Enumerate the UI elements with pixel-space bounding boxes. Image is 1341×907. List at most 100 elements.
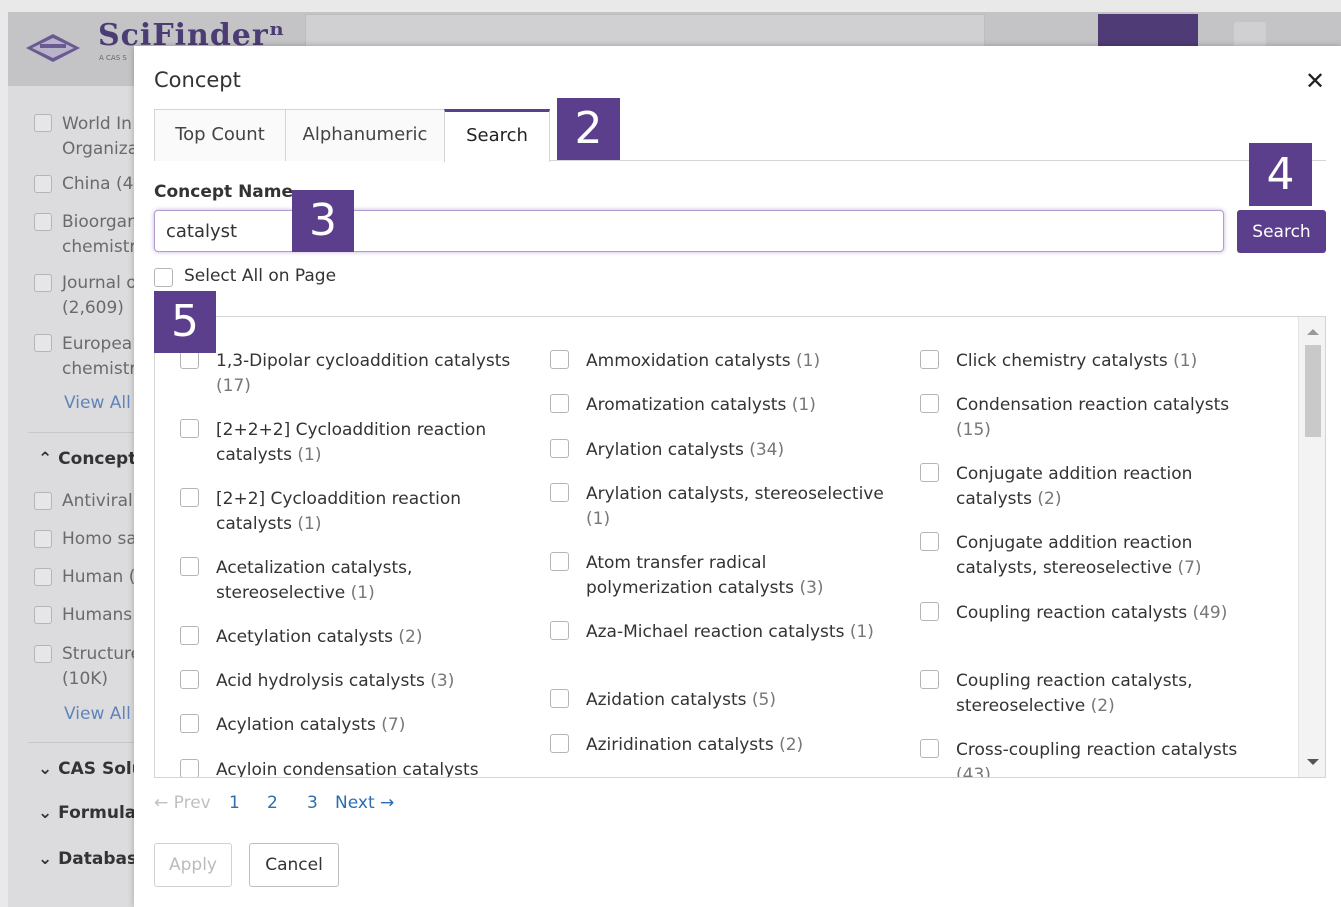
sidebar-concept: Human ( [62,567,136,587]
concept-checkbox[interactable] [550,621,569,640]
sidebar-checkbox [34,492,52,510]
next-page-link[interactable]: Next → [335,793,394,813]
concept-checkbox[interactable] [920,739,939,758]
sidebar-filter: Europea [62,334,133,354]
concept-checkbox[interactable] [920,350,939,369]
concept-name: Acyloin condensation catalysts [216,760,479,778]
concept-checkbox[interactable] [180,714,199,733]
concept-checkbox[interactable] [550,689,569,708]
sidebar-concept: (10K) [62,669,109,689]
concept-dialog: Concept ✕ Top Count Alphanumeric Search … [134,46,1341,907]
page-link-2[interactable]: 2 [267,793,278,813]
concept-name: Aziridination catalysts [586,735,774,755]
concept-count: (1) [297,514,322,534]
concept-name: Acetylation catalysts [216,627,393,647]
concept-count: (1) [586,509,611,529]
chevron-down-icon: ⌄ [38,759,59,779]
apply-button[interactable]: Apply [154,843,232,887]
concept-count: (1) [1173,351,1198,371]
sidebar-section-label: CAS Solu [58,759,144,779]
concept-checkbox[interactable] [550,350,569,369]
tab-top-count[interactable]: Top Count [154,109,286,161]
page-link-3[interactable]: 3 [307,793,318,813]
scifinder-logo-icon [26,34,80,62]
concept-count: (17) [216,376,251,396]
sidebar-filter: chemistr [62,237,137,257]
select-all-label: Select All on Page [184,266,337,286]
concept-count: (2) [779,735,804,755]
concept-checkbox[interactable] [550,734,569,753]
tab-bar: Top Count Alphanumeric Search [154,109,1326,162]
sidebar-view-all-link: View All [64,704,131,724]
sidebar-section-cas: ⌄ CAS Solu [38,759,144,779]
concept-name: Coupling reaction catalysts, stereoselec… [956,671,1193,716]
concept-count: (3) [799,578,824,598]
sidebar-checkbox [34,568,52,586]
prev-page-link: ← Prev [154,793,211,813]
concept-checkbox[interactable] [550,439,569,458]
results-scrollbar[interactable] [1298,317,1325,777]
sidebar-section-label: Concept [58,449,137,469]
app-logo-subtitle: A CAS S [99,54,127,62]
concept-checkbox[interactable] [920,670,939,689]
scroll-up-icon[interactable] [1307,329,1319,335]
concept-checkbox[interactable] [550,483,569,502]
select-all-checkbox[interactable] [154,268,173,287]
concept-count: (1) [791,395,816,415]
callout-badge-2: 2 [557,98,620,160]
concept-count: (2) [1037,489,1062,509]
concept-checkbox[interactable] [920,602,939,621]
scroll-down-icon[interactable] [1307,759,1319,765]
sidebar-filter: China (4, [62,174,139,194]
search-button[interactable]: Search [1237,210,1326,253]
close-icon[interactable]: ✕ [1300,66,1330,96]
chevron-down-icon: ⌄ [38,803,59,823]
callout-badge-4: 4 [1249,143,1312,206]
concept-checkbox[interactable] [920,463,939,482]
concept-name: Azidation catalysts [586,690,747,710]
concept-checkbox[interactable] [180,626,199,645]
sidebar-divider [28,742,134,743]
concept-name: Conjugate addition reaction catalysts, s… [956,533,1193,578]
concept-checkbox[interactable] [550,394,569,413]
concept-count: (3) [430,671,455,691]
concept-name: Arylation catalysts [586,440,744,460]
sidebar-section-label: Databas [58,849,138,869]
sidebar-filter: World In [62,114,132,134]
concept-checkbox[interactable] [180,670,199,689]
cancel-button[interactable]: Cancel [249,843,339,887]
concept-checkbox[interactable] [920,394,939,413]
concept-checkbox[interactable] [550,552,569,571]
concept-name: Acid hydrolysis catalysts [216,671,425,691]
concept-name: [2+2] Cycloaddition reaction catalysts [216,489,462,534]
sidebar-concept: Homo sa [62,529,137,549]
callout-badge-5: 5 [154,291,216,353]
scrollbar-thumb[interactable] [1305,345,1321,437]
sidebar-concept: Antiviral [62,491,133,511]
concept-results-list: 1,3-Dipolar cycloaddition catalysts (17)… [154,316,1326,778]
sidebar-view-all-link: View All [64,393,131,413]
sidebar-checkbox [34,645,52,663]
concept-checkbox[interactable] [920,532,939,551]
sidebar-filter: chemistr [62,359,137,379]
concept-name: Aza-Michael reaction catalysts [586,622,845,642]
concept-name-label: Concept Name [154,182,294,202]
sidebar-checkbox [34,114,52,132]
tab-search[interactable]: Search [444,109,550,162]
concept-name: Condensation reaction catalysts [956,395,1230,415]
concept-name: Arylation catalysts, stereoselective [586,484,884,504]
sidebar-filter: (2,609) [62,298,124,318]
concept-count: (43) [956,765,991,778]
concept-checkbox[interactable] [180,419,199,438]
concept-checkbox[interactable] [180,759,199,777]
tab-alphanumeric[interactable]: Alphanumeric [285,109,445,161]
concept-checkbox[interactable] [180,488,199,507]
page-link-1[interactable]: 1 [229,793,240,813]
sidebar-checkbox [34,213,52,231]
sidebar-checkbox [34,334,52,352]
concept-count: (1) [849,622,874,642]
concept-checkbox[interactable] [180,557,199,576]
sidebar-section-concept: ⌃ Concept [38,449,136,469]
sidebar-filter: Bioorgar [62,212,135,232]
concept-count: (15) [956,420,991,440]
